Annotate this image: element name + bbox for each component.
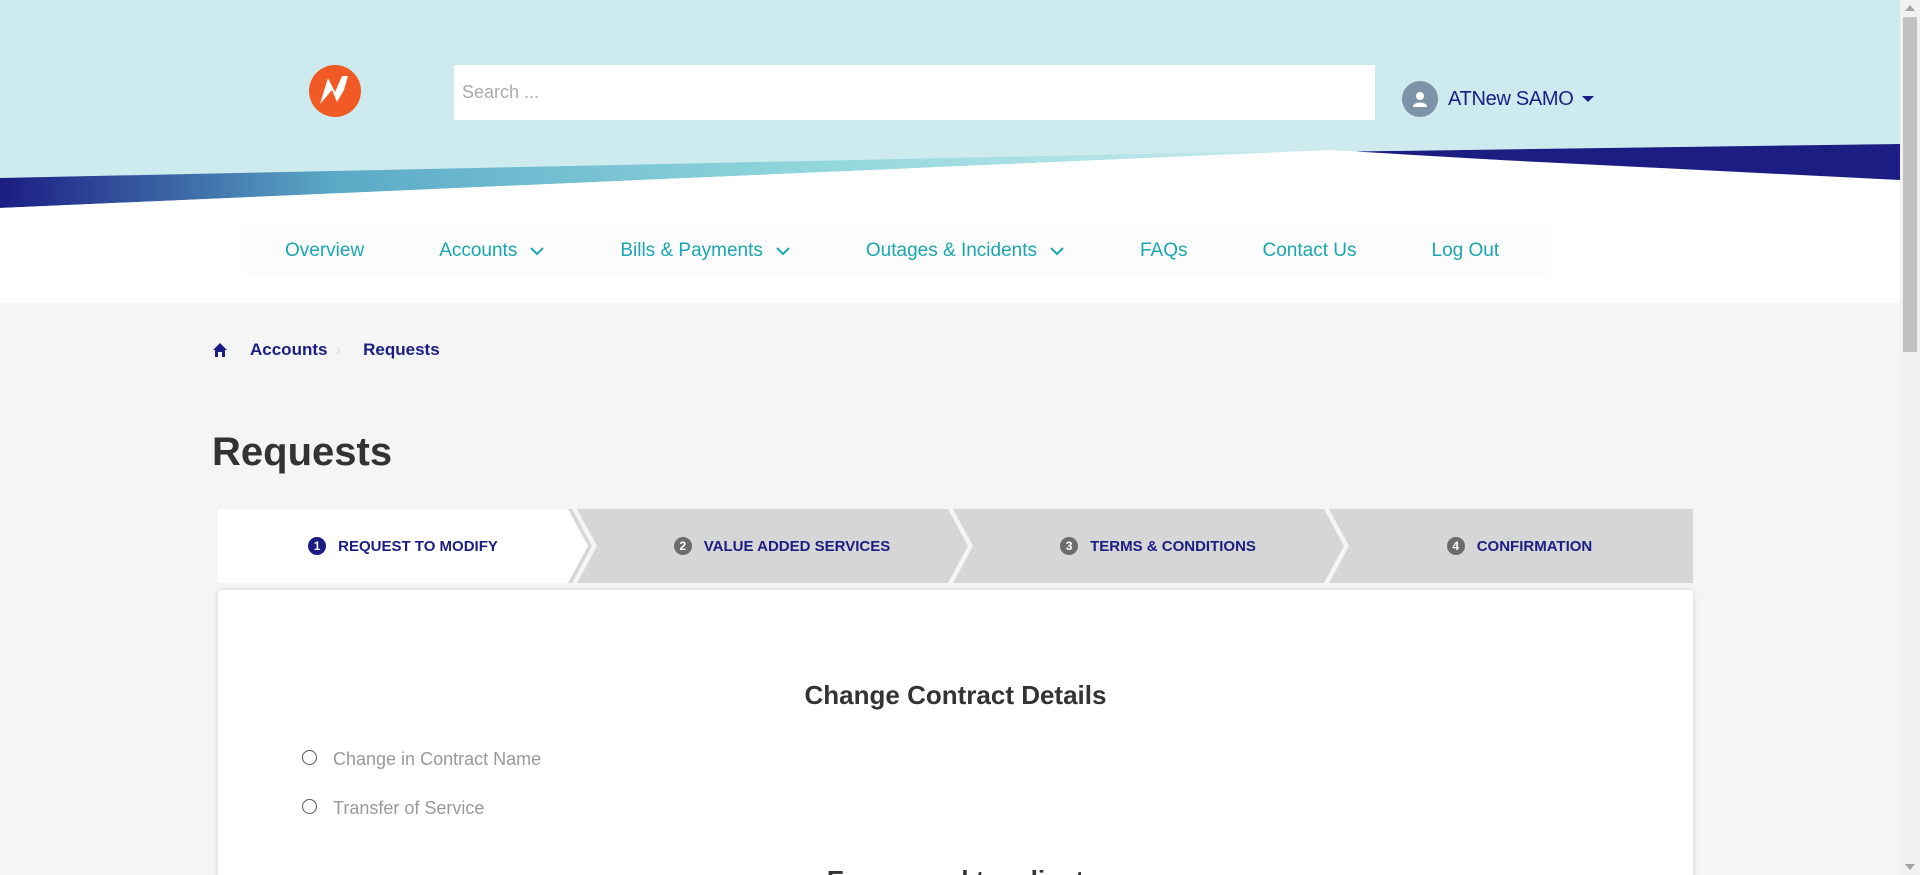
form-subheading: Ensure and to adjust — [218, 865, 1693, 875]
step-number: 4 — [1446, 537, 1465, 555]
step-number: 3 — [1060, 537, 1079, 555]
stepper: 1 REQUEST TO MODIFY 2 VALUE ADDED SERVIC… — [218, 509, 1693, 583]
option-change-contract-name[interactable]: Change in Contract Name — [302, 745, 541, 770]
nav-label: Contact Us — [1262, 240, 1357, 261]
step-request-to-modify[interactable]: 1 REQUEST TO MODIFY — [218, 509, 588, 583]
form-title: Change Contract Details — [804, 680, 1107, 710]
nav-item-outages-incidents[interactable]: Outages & Incidents — [866, 240, 1065, 262]
step-number: 1 — [308, 537, 327, 555]
radio-button[interactable] — [302, 799, 317, 814]
user-name: ATNew SAMO — [1448, 87, 1574, 110]
scroll-up-arrow-icon[interactable] — [1905, 5, 1915, 11]
main-nav: Overview Accounts Bills & Payments Outag… — [247, 225, 1551, 277]
company-logo[interactable] — [308, 64, 362, 118]
nav-item-contact-us[interactable]: Contact Us — [1263, 240, 1357, 262]
scroll-thumb[interactable] — [1903, 17, 1917, 352]
step-label: CONFIRMATION — [1476, 537, 1593, 555]
user-menu[interactable]: ATNew SAMO — [1402, 80, 1594, 118]
caret-down-icon — [1581, 96, 1594, 102]
step-confirmation[interactable]: 4 CONFIRMATION — [1346, 509, 1693, 583]
nav-item-faqs[interactable]: FAQs — [1140, 240, 1188, 262]
nav-item-overview[interactable]: Overview — [285, 240, 364, 262]
search-input[interactable] — [454, 65, 1375, 120]
user-avatar-icon — [1402, 81, 1438, 117]
scroll-down-arrow-icon[interactable] — [1905, 864, 1915, 870]
header-wave-decoration — [0, 144, 1900, 220]
radio-label: Change in Contract Name — [333, 749, 542, 769]
step-terms-conditions[interactable]: 3 TERMS & CONDITIONS — [970, 509, 1346, 583]
radio-button[interactable] — [302, 750, 317, 765]
nav-label: Log Out — [1431, 240, 1500, 261]
breadcrumb-separator: › — [335, 340, 342, 359]
breadcrumb-requests[interactable]: Requests — [363, 340, 440, 360]
nav-label: Outages & Incidents — [865, 240, 1037, 261]
nav-label: FAQs — [1140, 240, 1188, 261]
nav-label: Accounts — [439, 240, 518, 261]
breadcrumb-accounts[interactable]: Accounts — [250, 340, 327, 360]
scrollbar[interactable] — [1900, 0, 1920, 875]
step-value-added-services[interactable]: 2 VALUE ADDED SERVICES — [594, 509, 970, 583]
chevron-down-icon — [776, 247, 790, 256]
step-label: REQUEST TO MODIFY — [338, 537, 498, 555]
chevron-down-icon — [530, 247, 545, 256]
nav-item-log-out[interactable]: Log Out — [1432, 240, 1500, 262]
option-transfer-of-service[interactable]: Transfer of Service — [302, 794, 484, 819]
nav-label: Bills & Payments — [620, 240, 763, 261]
nav-item-bills-payments[interactable]: Bills & Payments — [620, 240, 791, 262]
page-title: Requests — [212, 430, 393, 474]
home-icon[interactable] — [212, 342, 228, 358]
nav-item-accounts[interactable]: Accounts — [439, 240, 545, 262]
form-card: Change Contract Details Change in Contra… — [218, 590, 1693, 875]
nav-label: Overview — [285, 240, 365, 261]
breadcrumb: Accounts › Requests — [212, 340, 440, 360]
step-number: 2 — [673, 537, 692, 555]
step-label: TERMS & CONDITIONS — [1090, 537, 1256, 555]
radio-label: Transfer of Service — [333, 798, 485, 818]
step-label: VALUE ADDED SERVICES — [703, 537, 891, 555]
chevron-down-icon — [1050, 247, 1064, 256]
